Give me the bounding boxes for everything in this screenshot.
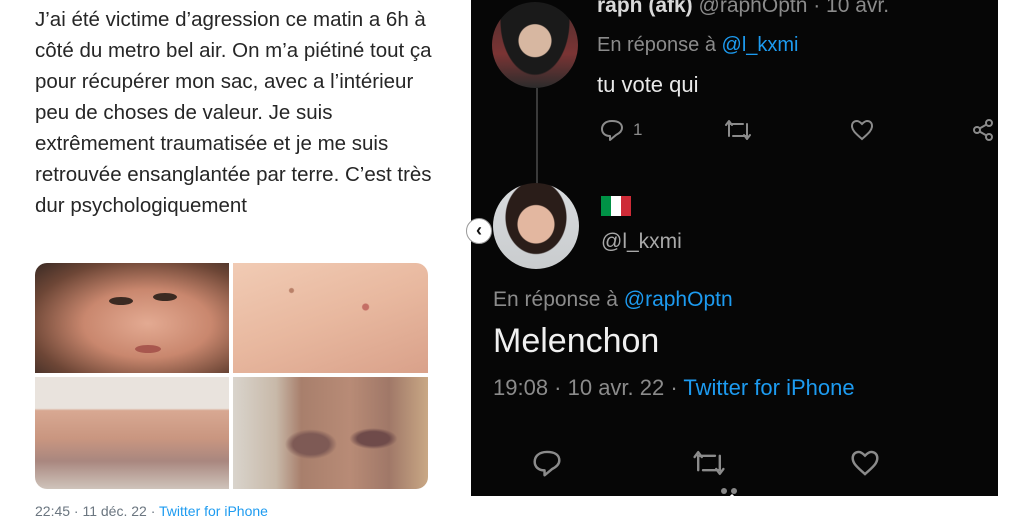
reply-action[interactable] [531,448,563,478]
avatar[interactable] [493,183,579,269]
reply-mention-link[interactable]: @raphOptn [624,288,733,311]
tweet-source-link[interactable]: Twitter for iPhone [683,375,854,400]
bottom-notch [706,494,758,518]
tweet-timestamp: 19:08 · 10 avr. 22 · [493,375,684,400]
heart-icon [851,450,879,476]
photo-arm-bruise[interactable] [35,377,229,489]
reply-context: En réponse à @l_kxmi [597,34,799,57]
flag-stripe-green [601,196,611,216]
tweet-text: J’ai été victime d’agression ce matin a … [35,8,432,217]
previous-button[interactable]: ‹ [466,218,492,244]
tweet-meta: 19:08 · 10 avr. 22 · Twitter for iPhone [493,375,855,401]
italy-flag-icon [601,196,631,216]
tweet-source-link[interactable]: Twitter for iPhone [159,503,268,518]
reply-context: En réponse à @raphOptn [493,288,733,312]
photo-face[interactable] [35,263,229,373]
reply-icon [533,450,561,477]
reply-action[interactable]: 1 [599,118,642,142]
dark-thread-area: raph (afk) @raphOptn · 10 avr. En répons… [471,0,998,496]
thread-connector-line [536,88,538,184]
flag-stripe-red [621,196,631,216]
reply-icon [601,120,623,141]
right-thread-panel: raph (afk) @raphOptn · 10 avr. En répons… [466,0,1024,518]
share-action[interactable] [971,118,995,142]
like-action[interactable] [849,118,875,142]
retweet-action[interactable] [691,448,727,478]
share-icon [973,119,993,141]
retweet-icon [693,451,725,475]
retweet-action[interactable] [723,118,753,142]
heart-icon [850,119,874,141]
tweet-timestamp: 22:45 · 11 déc. 22 · [35,503,160,518]
like-action[interactable] [849,448,881,478]
avatar[interactable] [492,2,578,88]
tweet-author[interactable]: raph (afk) @raphOptn · 10 avr. [597,0,889,18]
reply-prefix: En réponse à [493,288,624,311]
reply-mention-link[interactable]: @l_kxmi [722,34,799,56]
reply-prefix: En réponse à [597,34,722,56]
retweet-icon [725,120,751,140]
author-handle: @raphOptn · 10 avr. [698,0,890,17]
photo-face-mouth [135,345,161,353]
author-handle[interactable]: @l_kxmi [601,230,682,254]
photo-knees-bruise[interactable] [233,377,428,489]
reply-count: 1 [633,120,643,139]
author-name: raph (afk) [597,0,699,17]
photo-back-wounds[interactable] [233,263,428,373]
photo-face-eye [153,293,177,301]
flag-stripe-white [611,196,621,216]
media-grid [35,263,428,489]
tweet-meta: 22:45 · 11 déc. 22 · Twitter for iPhone [35,503,268,518]
photo-face-eye [109,297,133,305]
tweet-text: tu vote qui [597,72,699,97]
tweet-text-large: Melenchon [493,322,660,360]
left-tweet-panel: J’ai été victime d’agression ce matin a … [0,0,466,518]
